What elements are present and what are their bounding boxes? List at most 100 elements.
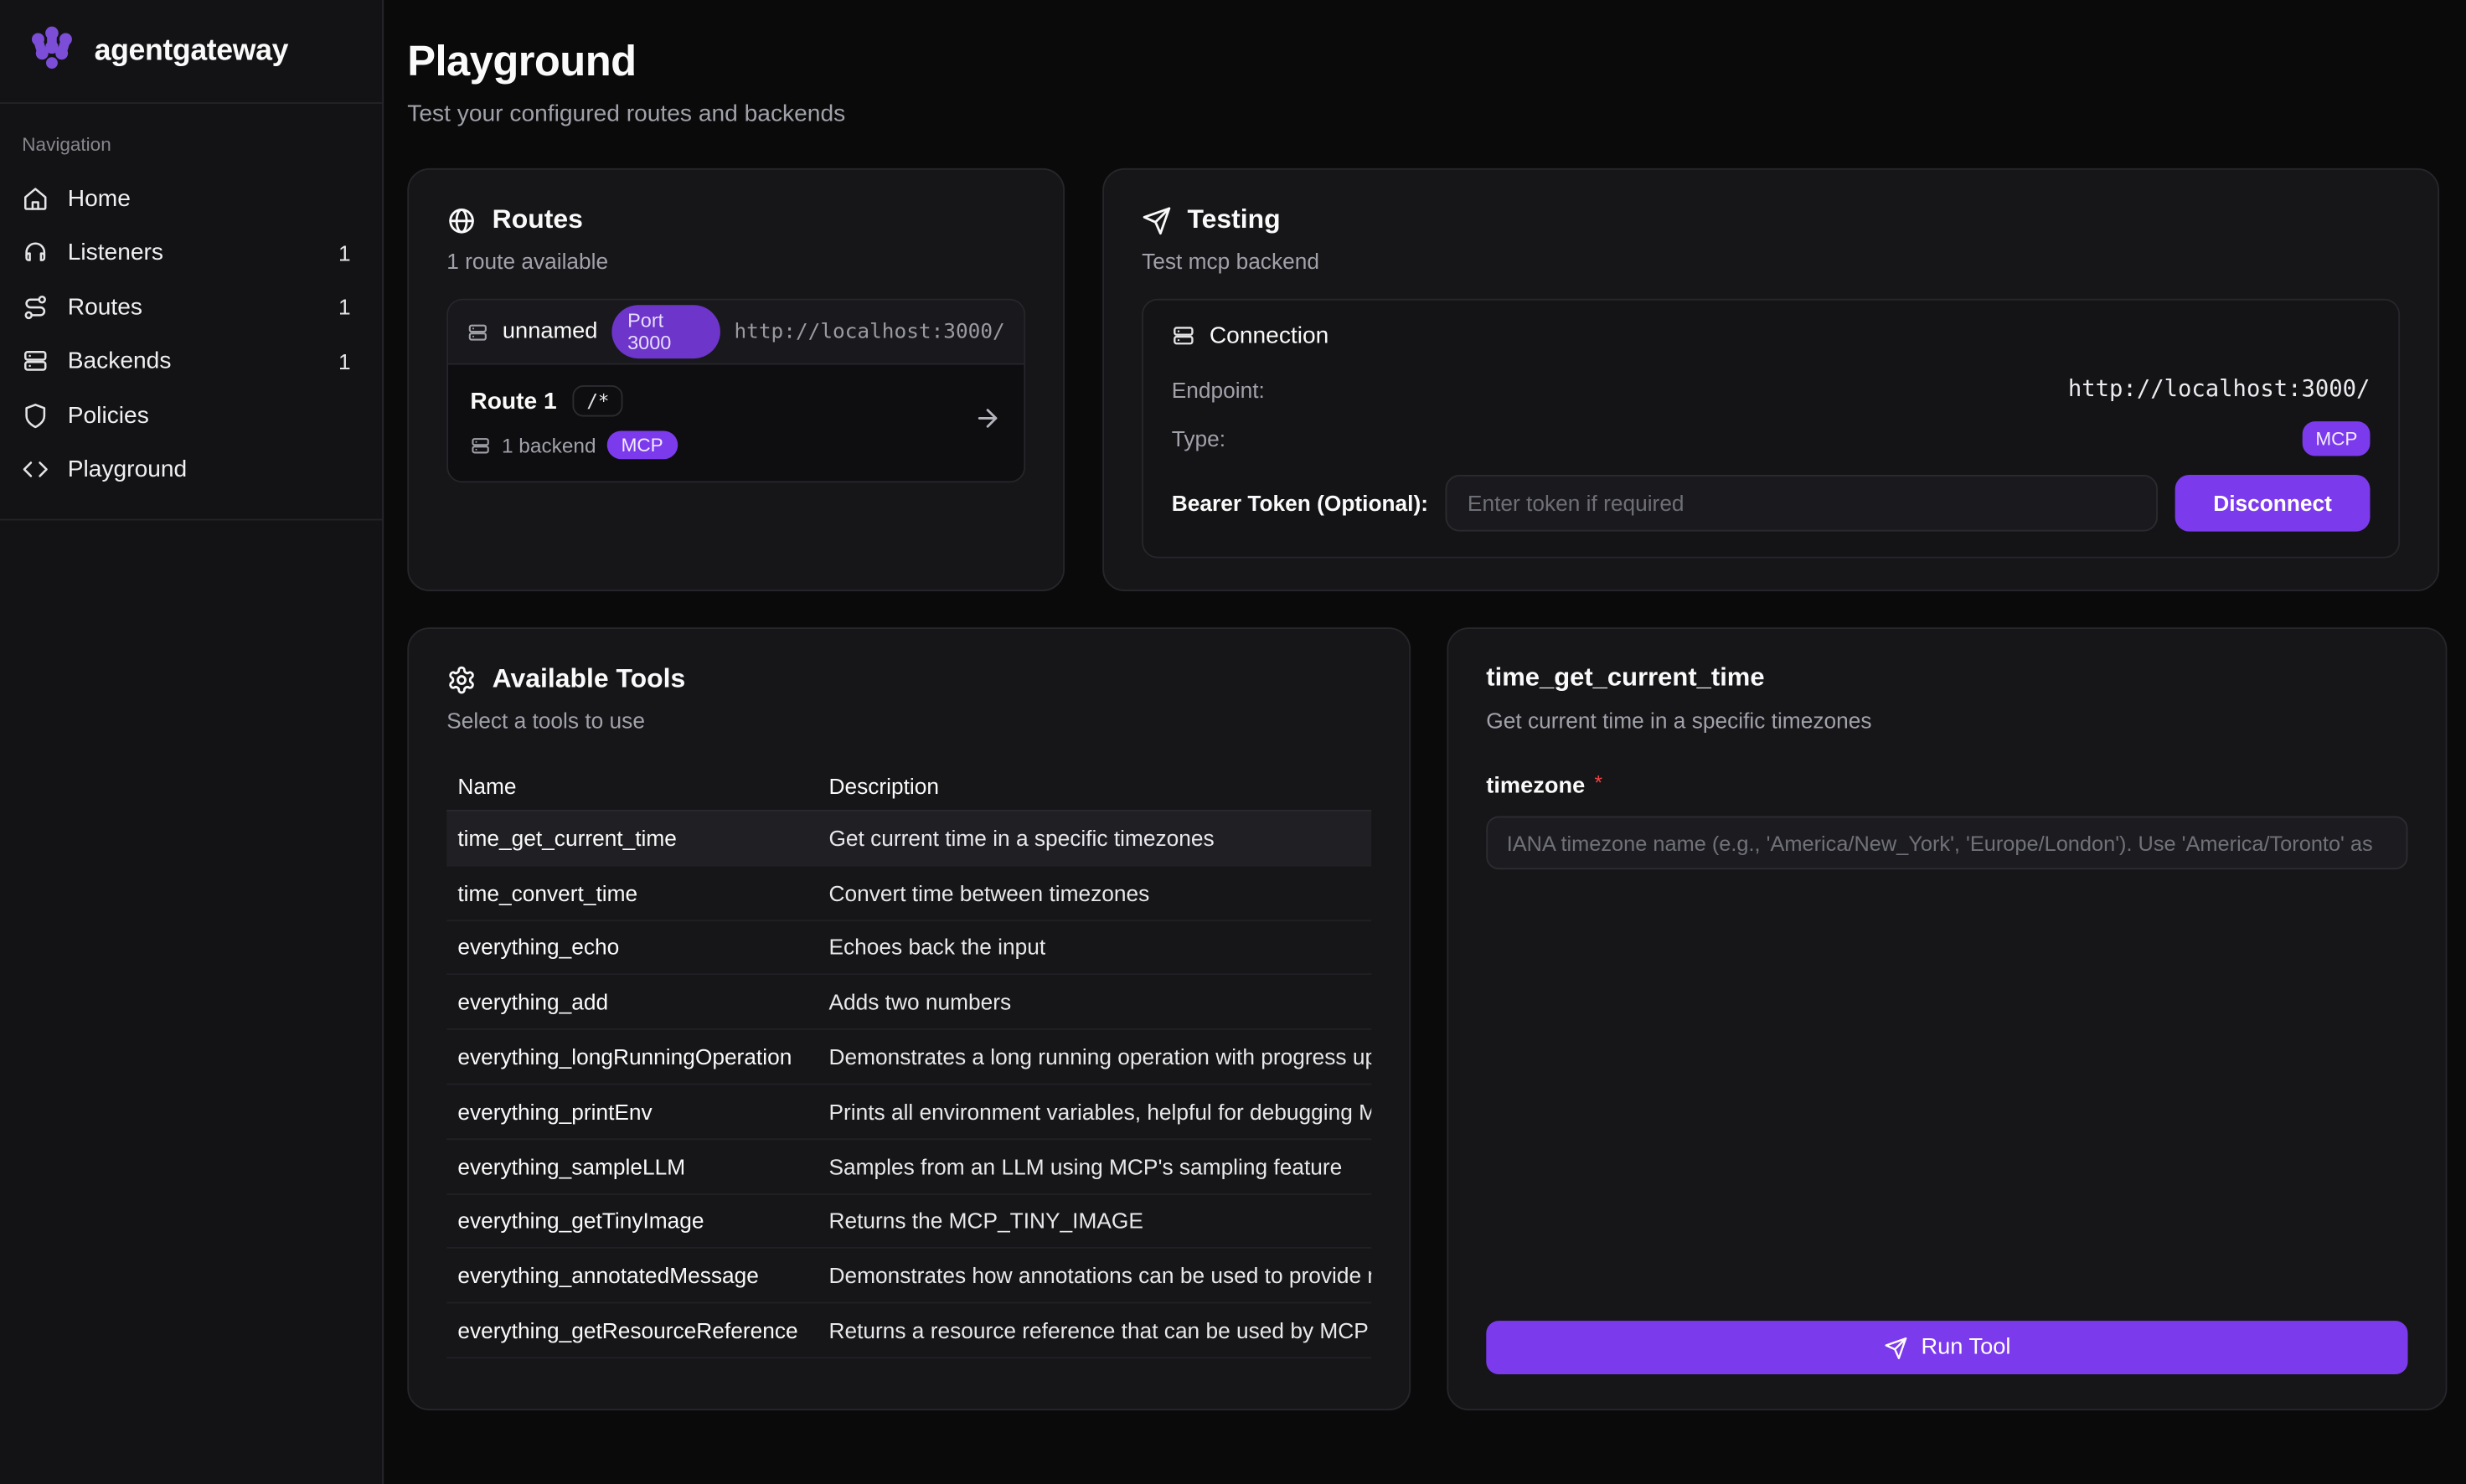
tool-description: Echoes back the input (828, 935, 1371, 960)
sidebar-item-count: 1 (338, 240, 351, 265)
disconnect-button[interactable]: Disconnect (2175, 475, 2371, 532)
port-badge: Port 3000 (611, 305, 720, 358)
listener-name: unnamed (503, 319, 598, 344)
tool-description: Get current time in a specific timezones (828, 826, 1371, 851)
tool-row[interactable]: time_get_current_timeGet current time in… (446, 812, 1371, 866)
tools-card-title: Available Tools (493, 663, 686, 695)
arrow-right-icon (973, 404, 1002, 441)
sidebar-item-playground[interactable]: Playground (0, 443, 382, 497)
tool-description: Adds two numbers (828, 990, 1371, 1015)
sidebar-item-label: Listeners (68, 240, 163, 266)
gear-icon (446, 664, 477, 694)
globe-icon (446, 205, 477, 235)
timezone-input[interactable] (1486, 816, 2407, 869)
tool-row[interactable]: everything_longRunningOperationDemonstra… (446, 1030, 1371, 1085)
tool-name: everything_echo (446, 935, 828, 960)
sidebar-divider (0, 519, 382, 521)
tool-name: time_get_current_time (446, 826, 828, 851)
tool-row[interactable]: everything_echoEchoes back the input (446, 920, 1371, 975)
tool-description: Convert time between timezones (828, 880, 1371, 905)
sidebar-item-backends[interactable]: Backends 1 (0, 334, 382, 389)
app-root: agentgateway Navigation Home Listeners 1… (0, 0, 2466, 1484)
tool-description: Samples from an LLM using MCP's sampling… (828, 1154, 1371, 1179)
brand-logo[interactable]: agentgateway (0, 0, 382, 104)
available-tools-card: Available Tools Select a tools to use Na… (407, 627, 1411, 1410)
tool-row[interactable]: everything_sampleLLMSamples from an LLM … (446, 1140, 1371, 1194)
page-subtitle: Test your configured routes and backends (407, 100, 845, 127)
tool-name: everything_longRunningOperation (446, 1044, 828, 1069)
server-icon (1172, 324, 1195, 348)
sidebar-item-policies[interactable]: Policies (0, 389, 382, 443)
required-marker: * (1595, 770, 1603, 794)
routes-card-title: Routes (493, 204, 583, 236)
route-name: Route 1 (470, 388, 556, 415)
tool-row[interactable]: everything_annotatedMessageDemonstrates … (446, 1249, 1371, 1303)
tool-detail-card: time_get_current_time Get current time i… (1447, 627, 2447, 1410)
tool-row[interactable]: everything_getResourceReferenceReturns a… (446, 1304, 1371, 1358)
tool-description: Demonstrates a long running operation wi… (828, 1044, 1371, 1069)
server-icon (470, 435, 490, 455)
tool-description: Returns a resource reference that can be… (828, 1318, 1371, 1343)
brand-name: agentgateway (95, 33, 288, 68)
nav-section-label: Navigation (22, 134, 382, 156)
backend-count: 1 backend (502, 433, 596, 456)
send-icon (1142, 205, 1172, 235)
testing-card-subtitle: Test mcp backend (1142, 249, 2400, 274)
page-title: Playground (407, 38, 845, 86)
column-header-name: Name (446, 774, 828, 799)
sidebar-item-label: Policies (68, 402, 149, 429)
testing-card: Testing Test mcp backend Connection Endp… (1102, 168, 2439, 591)
run-tool-label: Run Tool (1921, 1335, 2010, 1360)
route-path-badge: /* (572, 385, 623, 417)
tool-row[interactable]: everything_addAdds two numbers (446, 976, 1371, 1030)
tool-name: everything_annotatedMessage (446, 1263, 828, 1288)
endpoint-label: Endpoint: (1172, 377, 1265, 402)
tools-card-subtitle: Select a tools to use (446, 708, 1371, 733)
tool-name: everything_add (446, 990, 828, 1015)
sidebar-item-label: Routes (68, 294, 142, 321)
type-mcp-badge: MCP (2303, 420, 2370, 455)
tool-name: everything_printEnv (446, 1099, 828, 1124)
sidebar-item-home[interactable]: Home (0, 172, 382, 226)
tool-detail-title: time_get_current_time (1486, 663, 2407, 693)
routes-list: unnamed Port 3000 http://localhost:3000/… (446, 299, 1025, 483)
sidebar-item-count: 1 (338, 348, 351, 374)
shield-icon (22, 402, 49, 429)
tool-detail-subtitle: Get current time in a specific timezones (1486, 708, 2407, 733)
bearer-token-input[interactable] (1446, 475, 2158, 532)
headphones-icon (22, 240, 49, 266)
tool-row[interactable]: time_convert_timeConvert time between ti… (446, 866, 1371, 920)
route-item[interactable]: Route 1 /* 1 backend MCP (448, 365, 1024, 482)
code-icon (22, 456, 49, 483)
tool-name: everything_getTinyImage (446, 1208, 828, 1234)
tool-description: Returns the MCP_TINY_IMAGE (828, 1208, 1371, 1234)
sidebar-nav: Home Listeners 1 Routes 1 Backends 1 Pol… (0, 172, 382, 497)
server-icon (467, 320, 488, 343)
connection-panel: Connection Endpoint: http://localhost:30… (1142, 299, 2400, 559)
tool-row[interactable]: everything_printEnvPrints all environmen… (446, 1085, 1371, 1139)
sidebar-item-label: Home (68, 185, 131, 212)
tools-table-header: Name Description (446, 763, 1371, 812)
server-icon (22, 348, 49, 374)
listener-row: unnamed Port 3000 http://localhost:3000/ (448, 301, 1024, 365)
sidebar-item-listeners[interactable]: Listeners 1 (0, 225, 382, 280)
send-icon (1883, 1336, 1906, 1359)
tool-name: time_convert_time (446, 880, 828, 905)
bearer-token-label: Bearer Token (Optional): (1172, 491, 1428, 516)
column-header-description: Description (828, 774, 1371, 799)
tool-description: Prints all environment variables, helpfu… (828, 1099, 1371, 1124)
tool-row[interactable]: everything_getTinyImageReturns the MCP_T… (446, 1194, 1371, 1249)
tool-name: everything_getResourceReference (446, 1318, 828, 1343)
routes-card: Routes 1 route available unnamed Port 30… (407, 168, 1065, 591)
testing-card-title: Testing (1188, 204, 1281, 236)
run-tool-button[interactable]: Run Tool (1486, 1321, 2407, 1374)
sidebar-item-routes[interactable]: Routes 1 (0, 280, 382, 334)
tools-table: Name Description time_get_current_timeGe… (446, 763, 1371, 1359)
route-icon (22, 294, 49, 321)
mcp-badge: MCP (607, 430, 678, 459)
sidebar-item-label: Backends (68, 348, 172, 374)
page-header: Playground Test your configured routes a… (407, 38, 845, 127)
agentgateway-logo-icon (25, 23, 79, 79)
sidebar: agentgateway Navigation Home Listeners 1… (0, 0, 384, 1484)
endpoint-value: http://localhost:3000/ (2068, 377, 2371, 402)
